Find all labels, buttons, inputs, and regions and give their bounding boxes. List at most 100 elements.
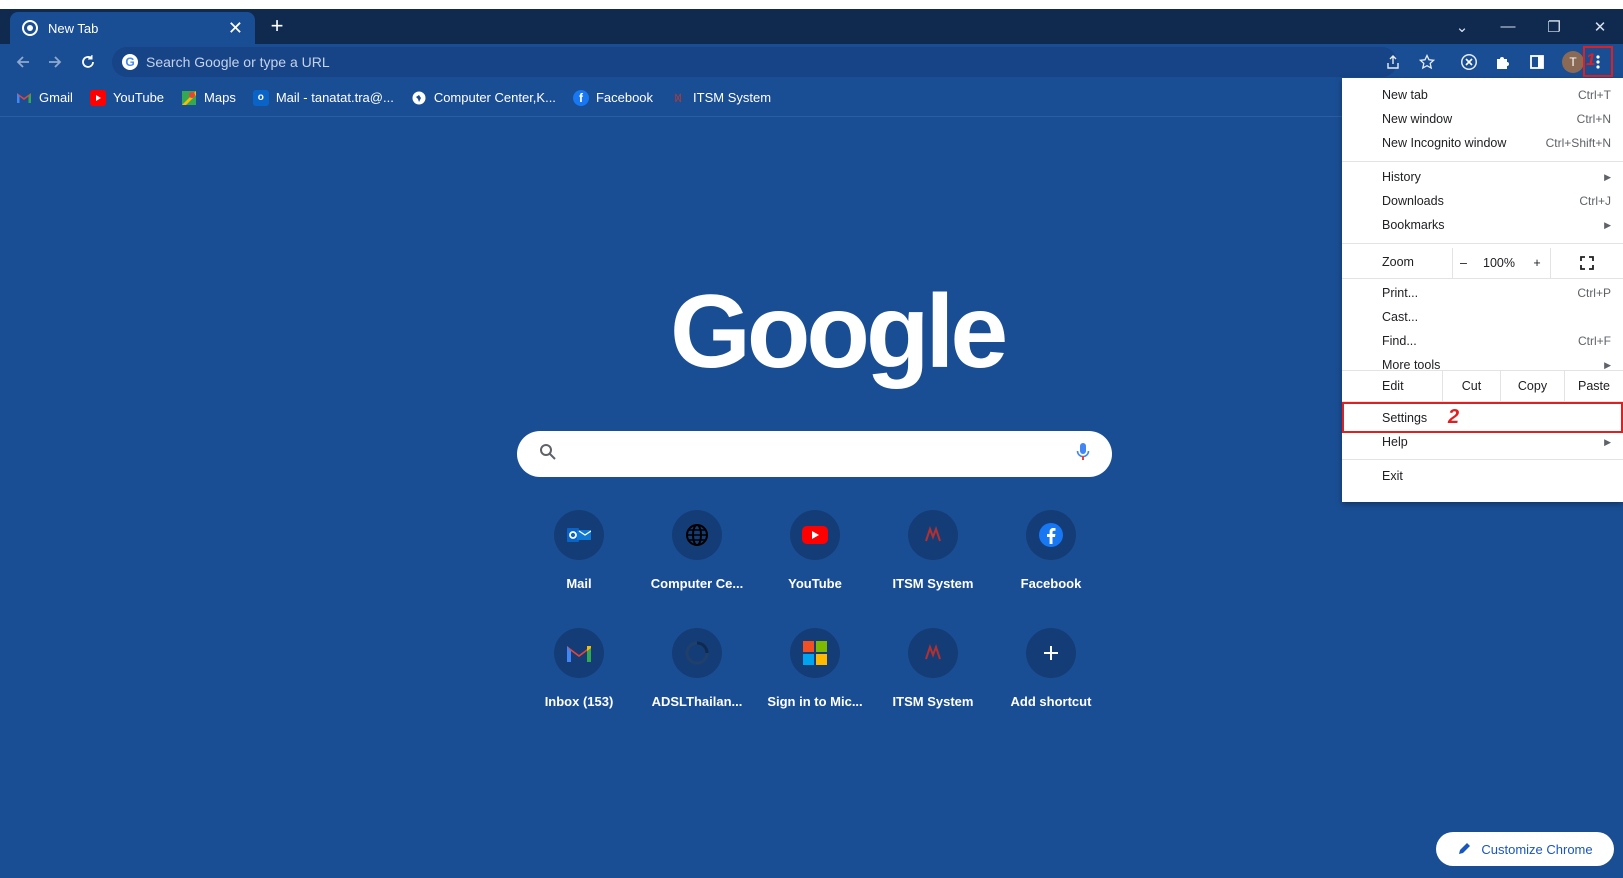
bookmark-label: Facebook [595, 90, 654, 105]
customize-chrome-button[interactable]: Customize Chrome [1436, 832, 1614, 866]
shortcut-adsl[interactable]: ADSLThailan... [638, 628, 756, 709]
bookmark-youtube[interactable]: YouTube [89, 89, 165, 106]
shortcut-add[interactable]: Add shortcut [992, 628, 1110, 709]
facebook-icon [1026, 510, 1076, 560]
bookmark-label: Gmail [39, 90, 73, 105]
tab-close-icon[interactable]: ✕ [228, 19, 243, 37]
annotation-step-1: 1 [1586, 50, 1596, 69]
ntp-search-box[interactable] [517, 431, 1112, 477]
reload-icon[interactable] [77, 51, 99, 73]
bookmark-maps[interactable]: Maps [181, 90, 236, 106]
menu-cast[interactable]: Cast... [1342, 305, 1623, 329]
voice-search-icon[interactable] [1076, 442, 1090, 467]
menu-print[interactable]: Print... Ctrl+P [1342, 281, 1623, 305]
menu-bookmarks[interactable]: Bookmarks ▶ [1342, 213, 1623, 237]
shortcut-mail[interactable]: Mail [520, 510, 638, 591]
bookmark-label: Maps [204, 90, 236, 105]
shortcut-computer-center[interactable]: Computer Ce... [638, 510, 756, 591]
menu-shortcut: Ctrl+N [1576, 112, 1611, 126]
menu-downloads[interactable]: Downloads Ctrl+J [1342, 189, 1623, 213]
tab-new-tab[interactable]: New Tab ✕ [10, 12, 255, 44]
shortcut-label: Add shortcut [1010, 694, 1092, 709]
menu-divider [1342, 161, 1623, 162]
address-bar[interactable]: G Search Google or type a URL [112, 47, 1397, 77]
bookmark-itsm[interactable]: ᛞ ITSM System [670, 90, 771, 106]
toolbar: G Search Google or type a URL [0, 44, 1623, 79]
menu-shortcut: Ctrl+P [1577, 286, 1611, 300]
restore-icon[interactable]: ❐ [1531, 18, 1577, 36]
extensions-puzzle-icon[interactable] [1492, 51, 1514, 73]
menu-help[interactable]: Help ▶ [1342, 430, 1623, 454]
shortcut-label: Sign in to Mic... [767, 694, 863, 709]
shortcut-label: YouTube [788, 576, 842, 591]
shortcut-itsm-2[interactable]: ITSM System [874, 628, 992, 709]
menu-label: New tab [1382, 88, 1428, 102]
menu-label: Zoom [1382, 255, 1414, 269]
shortcut-label: Inbox (153) [544, 694, 614, 709]
pencil-icon [1459, 843, 1471, 854]
forward-icon[interactable] [44, 51, 66, 73]
search-icon [539, 443, 557, 466]
shortcut-facebook[interactable]: Facebook [992, 510, 1110, 591]
copy-button[interactable]: Copy [1500, 371, 1564, 401]
tab-title: New Tab [48, 20, 99, 36]
shortcut-inbox[interactable]: Inbox (153) [520, 628, 638, 709]
shortcut-microsoft[interactable]: Sign in to Mic... [756, 628, 874, 709]
tab-search-icon[interactable]: ⌄ [1439, 18, 1485, 36]
back-icon[interactable] [12, 51, 34, 73]
shortcut-label: ADSLThailan... [651, 694, 743, 709]
menu-shortcut: Ctrl+T [1578, 88, 1611, 102]
menu-label: Downloads [1382, 194, 1444, 208]
tab-strip: New Tab ✕ + ⌄ — ❐ ✕ [0, 9, 1623, 44]
bookmark-label: Computer Center,K... [433, 90, 556, 105]
menu-new-window[interactable]: New window Ctrl+N [1342, 107, 1623, 131]
customize-label: Customize Chrome [1481, 841, 1593, 857]
zoom-in-button[interactable]: + [1524, 248, 1550, 278]
google-logo: Google [670, 274, 1008, 390]
menu-label: New window [1382, 112, 1453, 126]
share-icon[interactable] [1382, 51, 1404, 73]
menu-history[interactable]: History ▶ [1342, 165, 1623, 189]
menu-label: Help [1382, 435, 1408, 449]
globe-icon [672, 510, 722, 560]
bookmark-outlook-mail[interactable]: o Mail - tanatat.tra@... [252, 89, 394, 106]
shortcut-label: ITSM System [892, 576, 974, 591]
extension-x-icon[interactable] [1458, 51, 1480, 73]
gmail-icon [16, 90, 32, 106]
youtube-icon [89, 89, 106, 106]
bookmark-facebook[interactable]: f Facebook [572, 89, 654, 106]
shortcut-label: Facebook [1020, 576, 1082, 591]
bookmark-gmail[interactable]: Gmail [16, 90, 73, 106]
menu-label: Print... [1382, 286, 1419, 300]
window-close-icon[interactable]: ✕ [1577, 18, 1623, 36]
menu-edit-row: Edit Cut Copy Paste [1342, 371, 1623, 401]
bookmark-star-icon[interactable] [1416, 51, 1438, 73]
submenu-arrow-icon: ▶ [1604, 359, 1611, 370]
shortcut-youtube[interactable]: YouTube [756, 510, 874, 591]
menu-new-incognito[interactable]: New Incognito window Ctrl+Shift+N [1342, 131, 1623, 155]
itsm-icon [908, 628, 958, 678]
maps-icon [181, 90, 197, 106]
shortcut-itsm[interactable]: ITSM System [874, 510, 992, 591]
menu-label: Cast... [1382, 310, 1419, 324]
shortcut-label: ITSM System [892, 694, 974, 709]
menu-new-tab[interactable]: New tab Ctrl+T [1342, 83, 1623, 107]
bookmark-computer-center[interactable]: Computer Center,K... [411, 90, 556, 106]
minimize-icon[interactable]: — [1485, 18, 1531, 35]
menu-divider [1342, 243, 1623, 244]
window-controls: ⌄ — ❐ ✕ [1439, 9, 1623, 44]
youtube-icon [790, 510, 840, 560]
bookmark-label: Mail - tanatat.tra@... [275, 90, 394, 105]
profile-avatar[interactable]: T [1562, 51, 1584, 73]
outlook-icon: o [252, 89, 269, 106]
side-panel-icon[interactable] [1526, 51, 1548, 73]
cut-button[interactable]: Cut [1442, 371, 1500, 401]
zoom-out-button[interactable]: – [1452, 248, 1474, 278]
new-tab-button[interactable]: + [266, 15, 288, 37]
menu-exit[interactable]: Exit [1342, 464, 1623, 488]
submenu-arrow-icon: ▶ [1604, 436, 1611, 447]
fullscreen-icon[interactable] [1550, 248, 1623, 278]
paste-button[interactable]: Paste [1564, 371, 1623, 401]
bookmark-label: YouTube [112, 90, 165, 105]
menu-find[interactable]: Find... Ctrl+F [1342, 329, 1623, 353]
